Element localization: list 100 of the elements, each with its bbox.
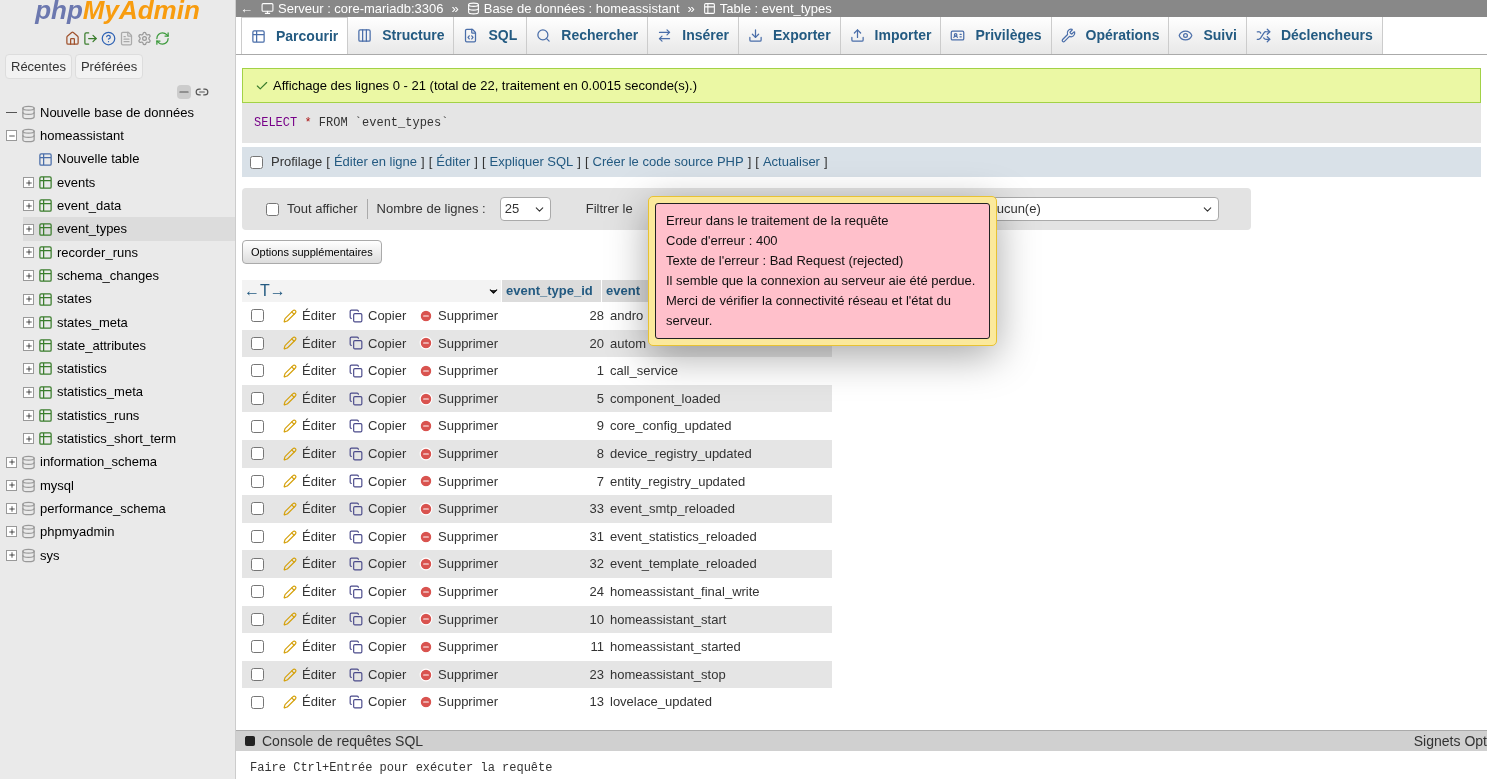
copy-link[interactable]: Copier xyxy=(368,499,419,519)
delete-link[interactable]: Supprimer xyxy=(438,388,538,409)
copy-link[interactable]: Copier xyxy=(368,582,419,602)
delete-link[interactable]: Supprimer xyxy=(438,499,538,519)
expand-icon[interactable] xyxy=(23,433,34,445)
row-checkbox[interactable] xyxy=(251,502,264,516)
tree-row[interactable]: state_attributes xyxy=(23,333,235,358)
copy-link[interactable]: Copier xyxy=(368,444,419,464)
table-name[interactable]: schema_changes xyxy=(57,265,159,286)
tab[interactable]: Structure xyxy=(348,17,455,54)
link-icon[interactable] xyxy=(195,85,209,99)
console-link[interactable]: Signets xyxy=(1413,730,1461,752)
sidebar-tab[interactable]: Préférées xyxy=(74,54,144,79)
edit-link[interactable]: Éditer xyxy=(302,692,349,712)
tree-row[interactable]: recorder_runs xyxy=(23,240,235,265)
home-icon[interactable] xyxy=(65,31,80,46)
expand-icon[interactable] xyxy=(6,456,17,468)
column-header[interactable]: event_type_id xyxy=(501,280,601,302)
table-name[interactable]: statistics_runs xyxy=(57,405,140,426)
row-checkbox[interactable] xyxy=(251,309,264,323)
settings-icon[interactable] xyxy=(137,31,152,46)
rows-select[interactable]: 25 xyxy=(499,197,551,221)
action-link[interactable]: Expliquer SQL xyxy=(489,152,574,172)
delete-link[interactable]: Supprimer xyxy=(438,526,538,547)
database-name[interactable]: homeassistant xyxy=(40,126,124,146)
tree-row[interactable]: states xyxy=(23,287,235,311)
tab[interactable]: Déclencheurs xyxy=(1246,17,1383,54)
breadcrumb-link[interactable]: Base de données : homeassistant xyxy=(483,0,680,19)
database-name[interactable]: sys xyxy=(40,545,60,566)
row-checkbox[interactable] xyxy=(251,695,264,709)
table-name[interactable]: states xyxy=(57,289,92,309)
table-name[interactable]: state_attributes xyxy=(57,335,146,356)
breadcrumb-link[interactable]: Table : event_types xyxy=(719,0,832,19)
row-checkbox[interactable] xyxy=(251,419,264,433)
expand-icon[interactable] xyxy=(6,503,17,515)
delete-link[interactable]: Supprimer xyxy=(438,609,538,630)
extra-options-button[interactable]: Options supplémentaires xyxy=(242,240,382,264)
tab[interactable]: Suivi xyxy=(1169,17,1247,54)
table-name[interactable]: statistics_meta xyxy=(57,382,143,402)
copy-link[interactable]: Copier xyxy=(368,664,419,685)
row-checkbox[interactable] xyxy=(251,447,264,461)
delete-link[interactable]: Supprimer xyxy=(438,664,538,685)
copy-link[interactable]: Copier xyxy=(368,637,419,657)
delete-link[interactable]: Supprimer xyxy=(438,416,538,436)
profiling-checkbox[interactable] xyxy=(250,155,263,169)
database-name[interactable]: phpmyadmin xyxy=(40,522,115,542)
database-name[interactable]: mysql xyxy=(40,475,74,496)
expand-icon[interactable] xyxy=(23,316,34,328)
copy-link[interactable]: Copier xyxy=(368,388,419,409)
sidebar-tab[interactable]: Récentes xyxy=(5,54,72,79)
delete-link[interactable]: Supprimer xyxy=(438,361,538,381)
row-checkbox[interactable] xyxy=(251,336,264,350)
edit-link[interactable]: Éditer xyxy=(302,609,349,630)
expand-icon[interactable] xyxy=(23,200,34,212)
new-database-link[interactable]: Nouvelle base de données xyxy=(40,102,194,123)
tree-row[interactable]: Nouvelle table xyxy=(23,147,235,171)
row-checkbox[interactable] xyxy=(251,474,264,488)
row-checkbox[interactable] xyxy=(251,392,264,406)
table-name[interactable]: event_types xyxy=(57,219,128,239)
column-arrows[interactable]: ←T→ xyxy=(242,279,487,303)
tree-row[interactable]: statistics_runs xyxy=(23,403,235,428)
table-name[interactable]: states_meta xyxy=(57,312,128,333)
copy-link[interactable]: Copier xyxy=(368,692,419,712)
help-icon[interactable] xyxy=(101,31,116,46)
show-all-checkbox[interactable] xyxy=(266,202,279,216)
table-name[interactable]: statistics_short_term xyxy=(57,429,177,449)
expand-icon[interactable] xyxy=(23,293,34,305)
action-link[interactable]: Éditer en ligne xyxy=(333,152,418,172)
edit-link[interactable]: Éditer xyxy=(302,444,349,464)
tab[interactable]: Rechercher xyxy=(527,17,649,54)
tree-row[interactable]: event_data xyxy=(23,194,235,218)
row-checkbox[interactable] xyxy=(251,364,264,378)
expand-icon[interactable] xyxy=(6,526,17,538)
copy-link[interactable]: Copier xyxy=(368,333,419,354)
tree-row[interactable]: events xyxy=(23,170,235,195)
edit-link[interactable]: Éditer xyxy=(302,526,349,547)
table-name[interactable]: event_data xyxy=(57,196,122,216)
tab[interactable]: SQL xyxy=(454,17,528,54)
edit-link[interactable]: Éditer xyxy=(302,361,349,381)
delete-link[interactable]: Supprimer xyxy=(438,692,538,712)
expand-icon[interactable] xyxy=(6,479,17,491)
copy-link[interactable]: Copier xyxy=(368,526,419,547)
copy-link[interactable]: Copier xyxy=(368,554,419,574)
console-link[interactable]: Opt xyxy=(1464,730,1487,752)
row-checkbox[interactable] xyxy=(251,612,264,626)
table-name[interactable]: events xyxy=(57,172,96,193)
delete-link[interactable]: Supprimer xyxy=(438,333,538,354)
edit-link[interactable]: Éditer xyxy=(302,582,349,602)
tab[interactable]: Exporter xyxy=(739,17,841,54)
edit-link[interactable]: Éditer xyxy=(302,333,349,354)
expand-icon[interactable] xyxy=(6,549,17,561)
reload-icon[interactable] xyxy=(155,31,170,46)
delete-link[interactable]: Supprimer xyxy=(438,582,538,602)
tab[interactable]: Privilèges xyxy=(941,17,1052,54)
row-checkbox[interactable] xyxy=(251,585,264,599)
edit-link[interactable]: Éditer xyxy=(302,499,349,519)
expand-icon[interactable] xyxy=(23,410,34,421)
table-name[interactable]: Nouvelle table xyxy=(57,149,140,169)
copy-link[interactable]: Copier xyxy=(368,361,419,381)
edit-link[interactable]: Éditer xyxy=(302,554,349,574)
